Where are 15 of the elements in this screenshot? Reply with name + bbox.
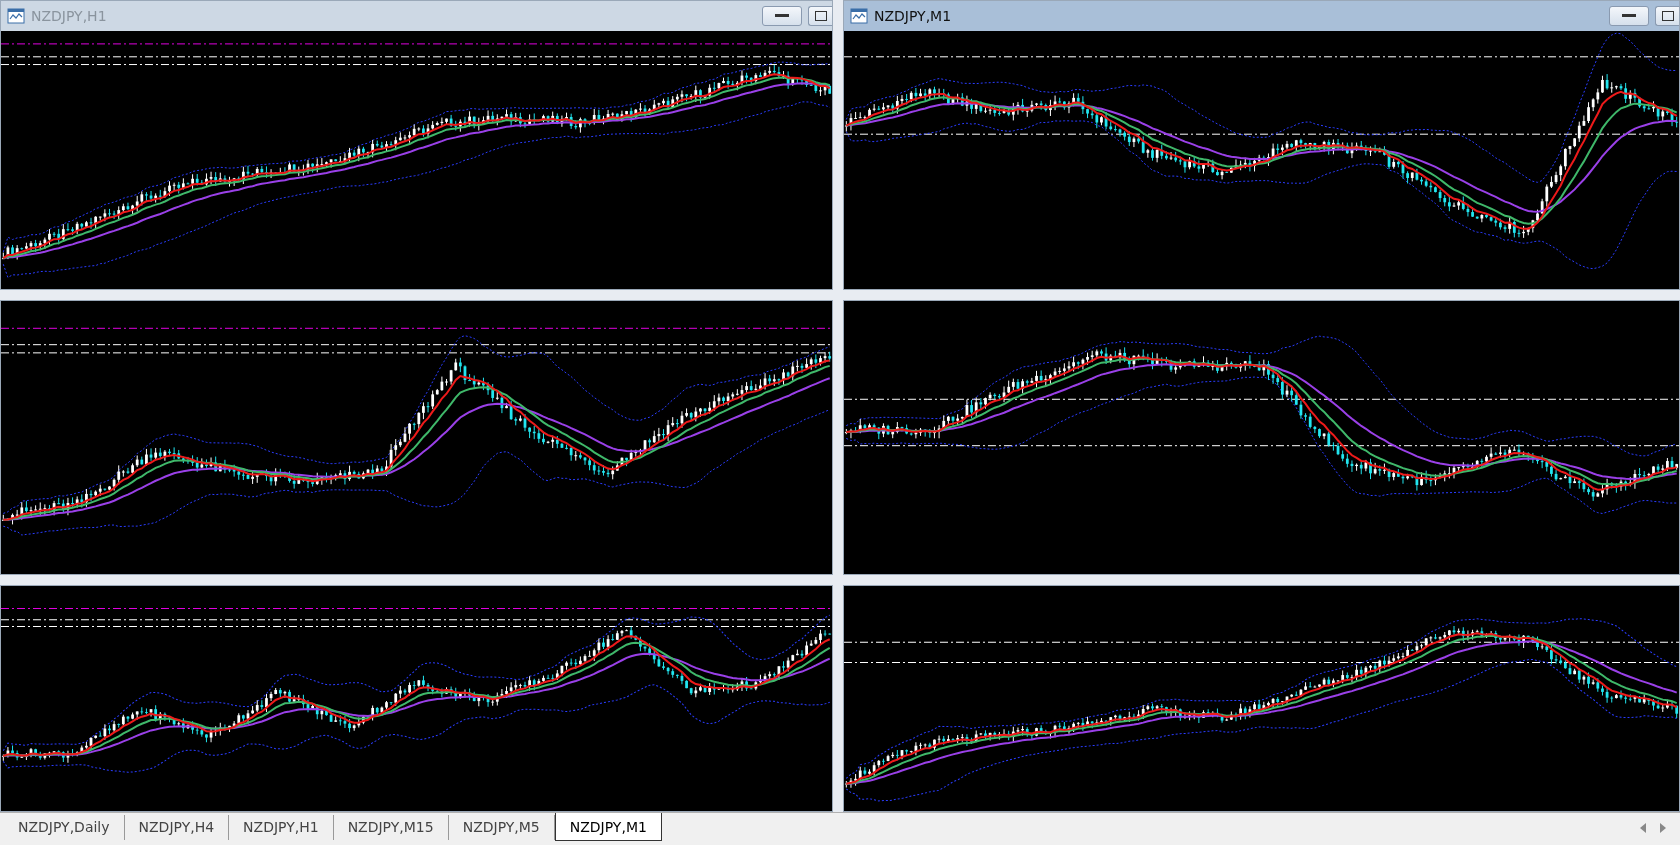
chart-tab[interactable]: NZDJPY,M1 [554, 813, 662, 841]
minimize-button[interactable] [1609, 6, 1649, 26]
maximize-icon [1661, 11, 1674, 21]
minimize-button[interactable] [762, 6, 802, 26]
scroll-left-icon[interactable] [1640, 823, 1646, 833]
maximize-button[interactable] [1655, 6, 1679, 26]
maximize-button[interactable] [808, 6, 832, 26]
chart-window-icon [850, 8, 868, 24]
scroll-right-icon[interactable] [1660, 823, 1666, 833]
maximize-icon [814, 11, 827, 21]
minimize-icon [1622, 14, 1636, 18]
minimize-icon [775, 14, 789, 18]
chart-window-icon [7, 8, 25, 24]
window-title: NZDJPY,H1 [31, 8, 107, 24]
window-title: NZDJPY,M1 [874, 8, 952, 24]
